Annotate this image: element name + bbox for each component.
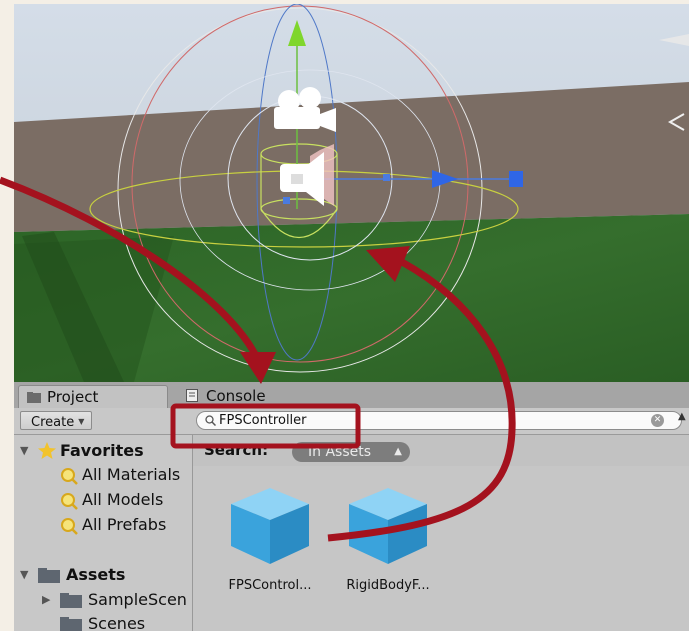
clear-search-icon[interactable]: ✕ [651,414,664,427]
unity-editor-screenshot: Project Console Create ▼ FPSController ✕ … [0,0,689,631]
search-icon [61,493,78,510]
tab-console[interactable]: Console [182,385,292,408]
tab-project[interactable]: Project [18,385,168,409]
asset-label: RigidBodyF... [346,578,430,593]
assets-item-scenes[interactable]: Scenes [42,612,192,631]
expand-arrow-icon[interactable]: ▼ [20,439,28,463]
tab-console-label: Console [206,387,266,405]
search-icon [61,468,78,485]
scene-view[interactable] [14,4,689,382]
asset-label: FPSControl... [228,578,312,593]
assets-header[interactable]: ▼ Assets [20,563,192,587]
folder-icon [60,593,82,608]
move-forward-arrow-icon[interactable] [432,170,458,188]
console-icon [186,386,200,402]
panel-menu-icon[interactable]: ▲ [678,411,689,430]
search-scope-label: Search: [204,441,269,459]
search-icon [205,415,216,426]
dropdown-caret-icon: ▼ [78,417,85,426]
dropdown-caret-icon: ▲ [394,446,402,457]
search-input[interactable]: FPSController ✕ [196,411,682,430]
favorites-item-label: All Prefabs [82,515,167,534]
favorites-title: Favorites [60,441,144,460]
favorites-header[interactable]: ▼ Favorites [20,439,192,463]
assets-item-label: SampleScen [88,590,187,609]
expand-arrow-icon[interactable]: ▼ [20,563,28,587]
folder-icon [38,568,60,583]
asset-grid: FPSControl... RigidBodyF... [193,466,689,631]
prefab-cube-icon [349,488,427,564]
tab-project-label: Project [47,388,99,406]
favorites-item-label: All Models [82,490,164,509]
folder-icon [60,617,82,631]
move-up-arrow-icon[interactable] [288,20,306,46]
transform-gizmos[interactable] [14,4,689,382]
search-scope-dropdown[interactable]: In Assets ▲ [292,442,410,462]
prefab-cube-icon [231,488,309,564]
assets-item-label: Scenes [88,614,146,631]
search-icon [61,518,78,535]
audio-listener-gizmo-icon [280,144,334,206]
folder-icon [27,387,41,403]
project-toolbar: Create ▼ FPSController ✕ ▲ [14,408,689,435]
asset-item-rigidbody[interactable]: RigidBodyF... [333,486,443,593]
search-input-value: FPSController [219,413,307,428]
assets-item-samplescenes[interactable]: ▶ SampleScen [42,588,192,612]
create-button-label: Create [31,415,75,430]
project-panel: Project Console Create ▼ FPSController ✕ … [14,382,689,631]
scale-handle-icon[interactable] [509,171,523,187]
create-button[interactable]: Create ▼ [20,411,92,430]
star-icon [38,442,56,459]
assets-title: Assets [66,565,126,584]
folder-tree: ▼ Favorites All Materials All Models All… [14,435,193,631]
expand-arrow-icon[interactable]: ▶ [42,588,50,612]
search-scope-value: In Assets [308,444,372,460]
tab-bar: Project Console [14,382,689,409]
asset-item-fpscontroller[interactable]: FPSControl... [215,486,325,593]
favorites-item-label: All Materials [82,465,181,484]
camera-gizmo-icon [274,87,336,132]
